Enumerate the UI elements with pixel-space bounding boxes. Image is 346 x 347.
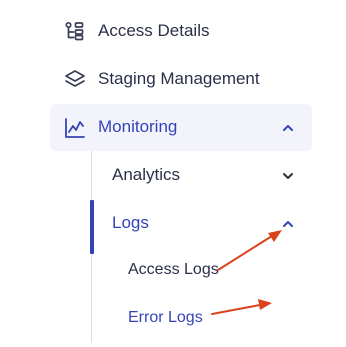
annotation-arrows [211,230,282,315]
annotation-arrowhead-2 [258,299,272,310]
annotation-arrow-1 [217,235,273,271]
annotation-arrowhead-1 [268,230,282,242]
sidebar-nav: Access Details Staging Management Monito… [0,0,346,347]
annotation-arrow-2 [211,304,261,315]
